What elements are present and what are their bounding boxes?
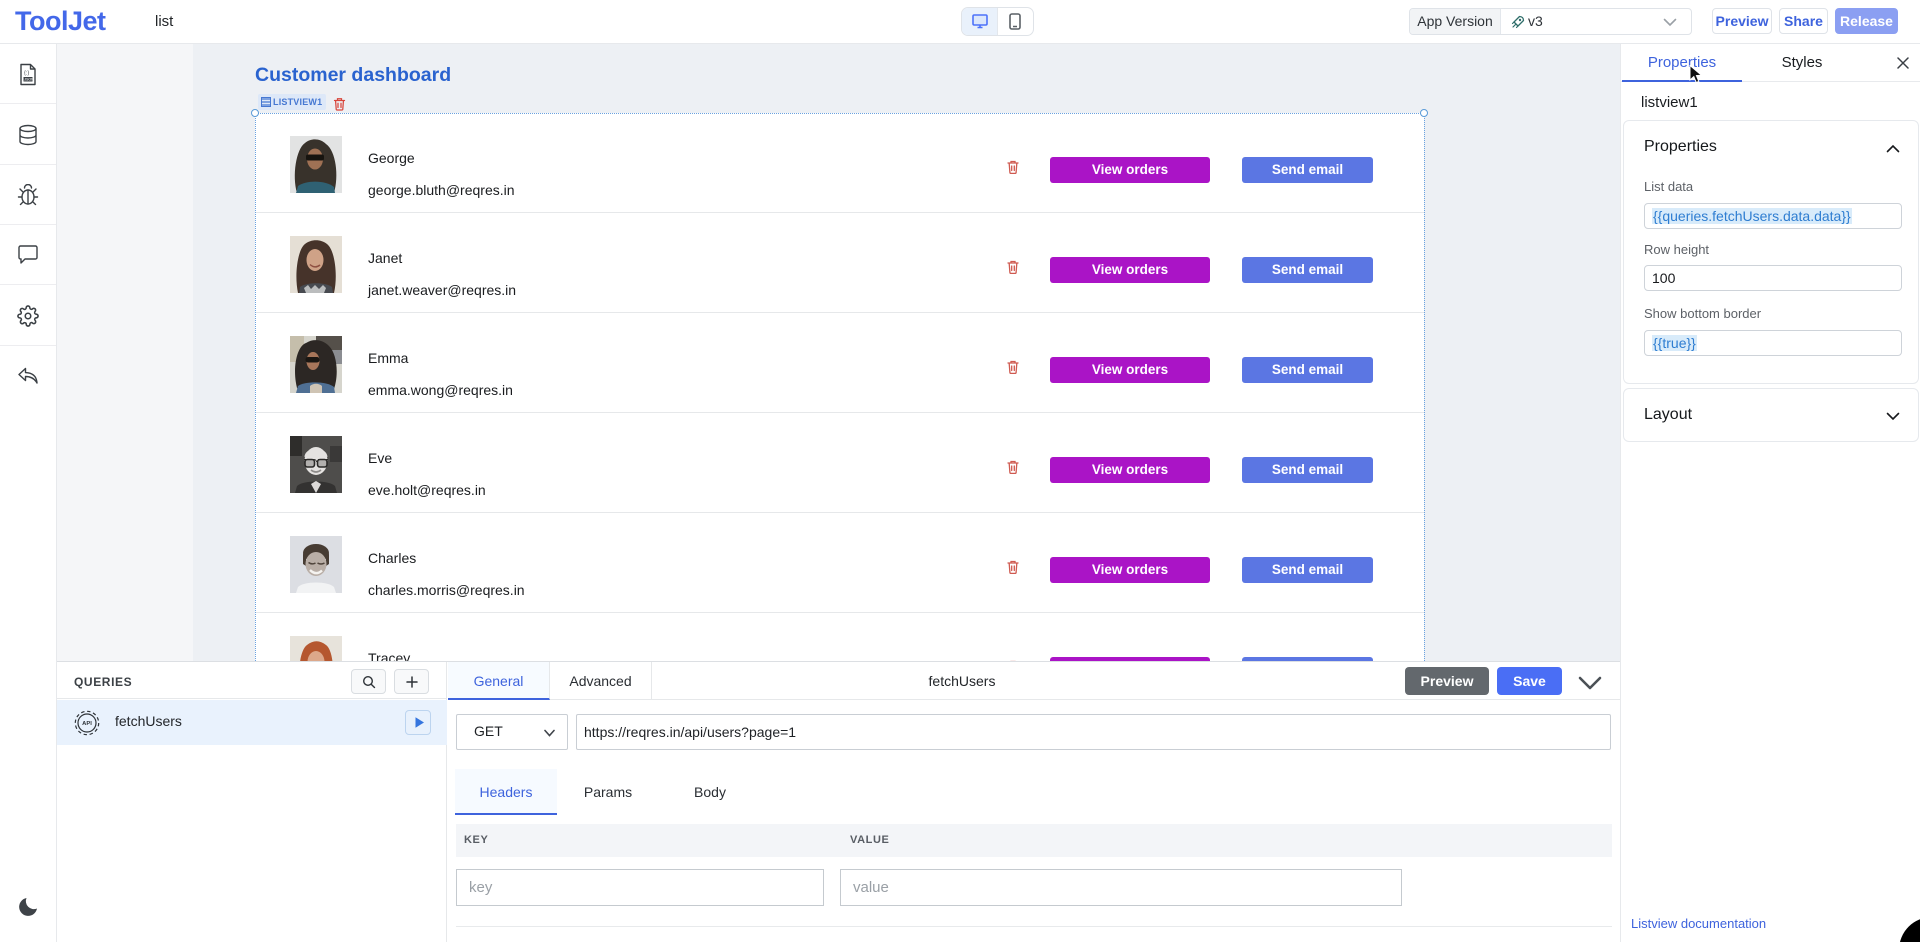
svg-text:API: API [82, 721, 92, 727]
svg-text:JSON: JSON [24, 78, 34, 82]
svg-text:{:}: {:} [24, 71, 29, 77]
